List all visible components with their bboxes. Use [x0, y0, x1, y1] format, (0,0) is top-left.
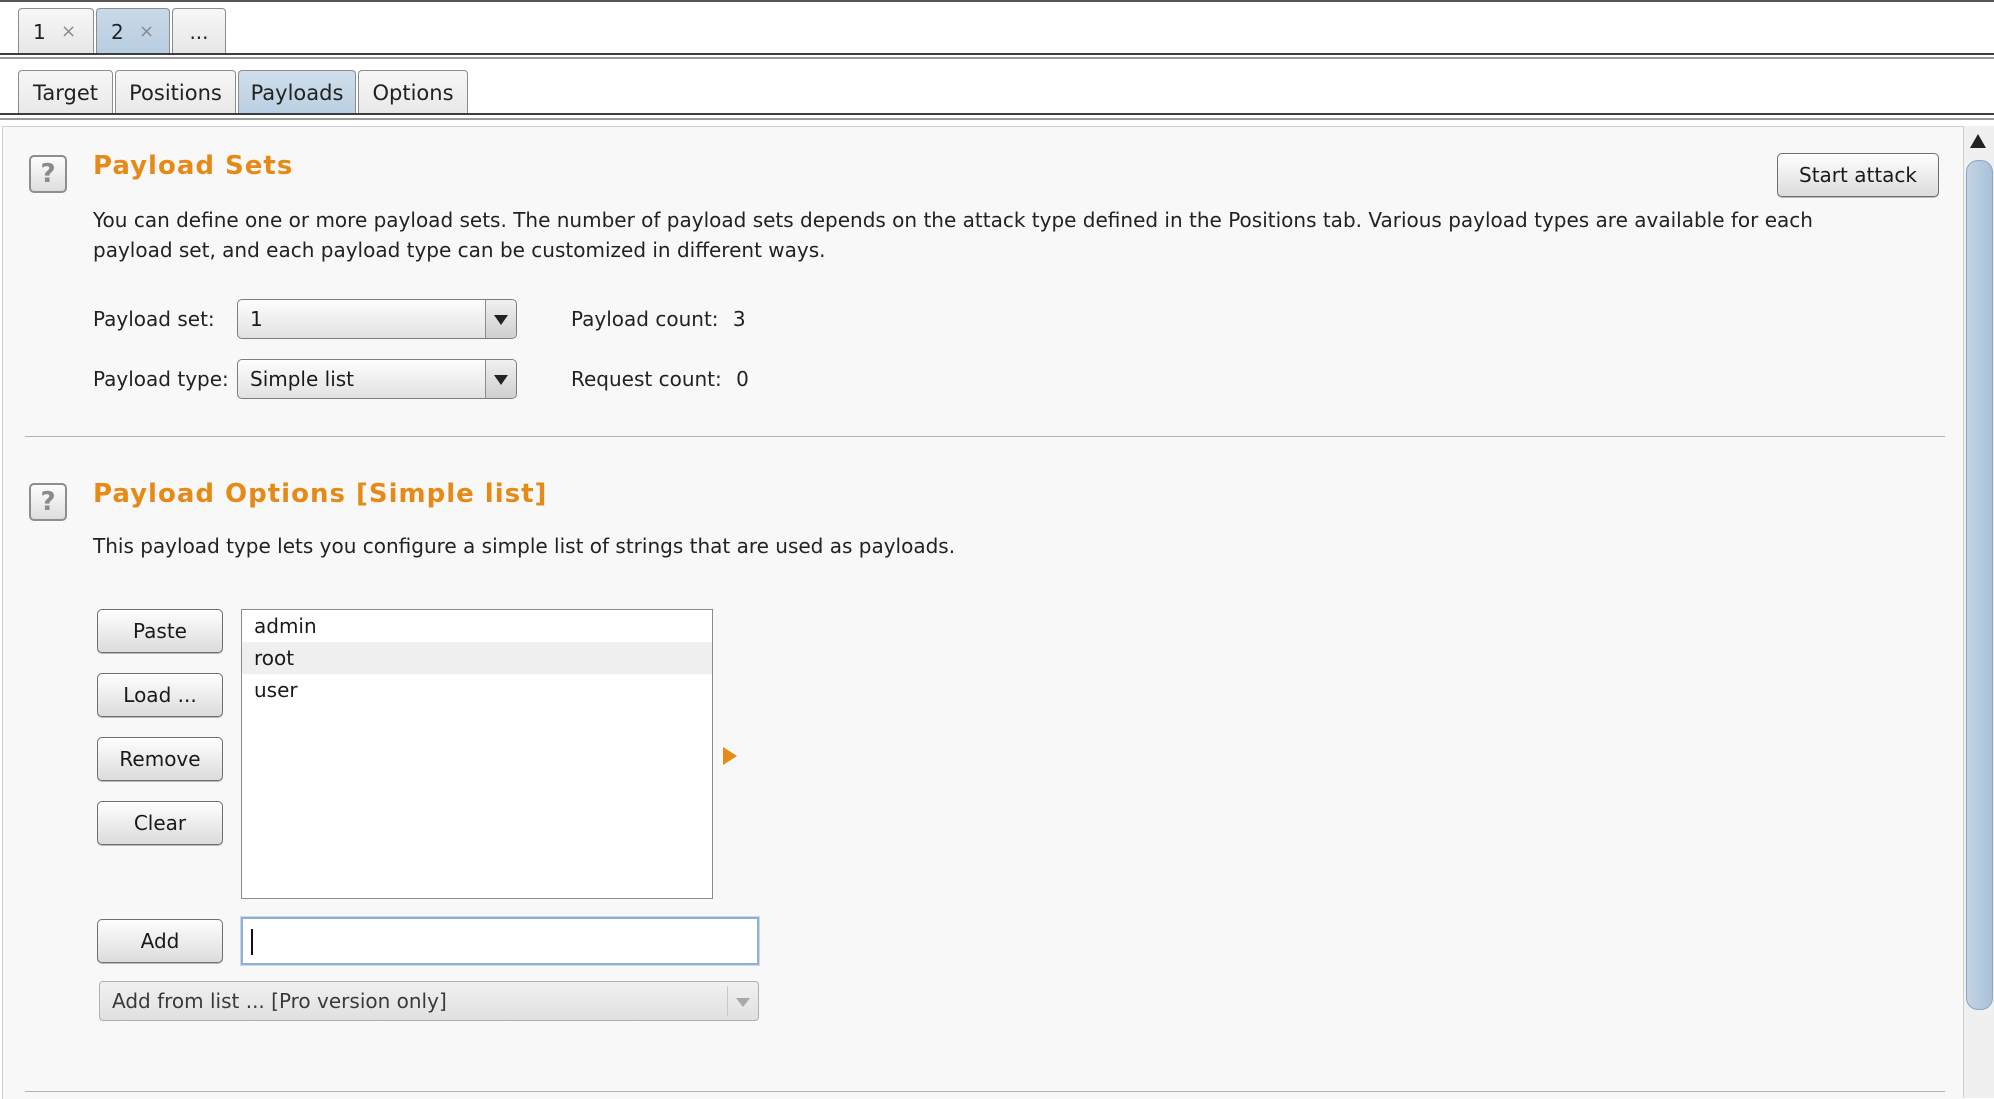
play-arrow-icon — [723, 747, 737, 765]
payload-set-label: Payload set: — [93, 307, 215, 331]
payload-type-select[interactable]: Simple list — [237, 359, 517, 399]
payload-count-value: 3 — [732, 307, 746, 331]
close-icon[interactable]: × — [139, 9, 154, 55]
payload-options-title: Payload Options [Simple list] — [93, 479, 548, 509]
payload-set-value: 1 — [250, 307, 263, 331]
tab-target[interactable]: Target — [18, 70, 113, 114]
section-divider — [25, 436, 1945, 437]
list-item[interactable]: root — [242, 642, 712, 674]
payload-type-label: Payload type: — [93, 367, 229, 391]
scroll-thumb[interactable] — [1966, 160, 1993, 1010]
help-icon[interactable]: ? — [29, 155, 67, 193]
chevron-down-icon[interactable] — [485, 300, 516, 338]
payload-count-label: Payload count: 3 — [571, 307, 746, 331]
tab-payloads[interactable]: Payloads — [238, 70, 356, 114]
load-button[interactable]: Load ... — [97, 673, 223, 717]
request-tab-1-label: 1 — [33, 20, 46, 44]
clear-button[interactable]: Clear — [97, 801, 223, 845]
payloads-panel: ? Payload Sets Start attack You can defi… — [2, 126, 1963, 1099]
start-attack-button[interactable]: Start attack — [1777, 153, 1939, 197]
subtab-separator — [0, 118, 1994, 120]
top-border — [0, 0, 1994, 2]
tab-options[interactable]: Options — [358, 70, 468, 114]
payload-list[interactable]: admin root user — [241, 609, 713, 899]
vertical-scrollbar[interactable] — [1963, 126, 1994, 1098]
close-icon[interactable]: × — [61, 9, 76, 55]
section-divider — [25, 1091, 1945, 1092]
request-tab-2[interactable]: 2 × — [96, 8, 170, 54]
payload-sets-description-line1: You can define one or more payload sets.… — [93, 208, 1813, 232]
add-from-list-label: Add from list ... [Pro version only] — [112, 989, 447, 1013]
payload-sets-description-line2: payload set, and each payload type can b… — [93, 238, 826, 262]
new-tab-label: ... — [189, 20, 209, 44]
chevron-down-icon[interactable] — [485, 360, 516, 398]
payload-type-value: Simple list — [250, 367, 355, 391]
add-from-list-select: Add from list ... [Pro version only] — [99, 981, 759, 1021]
scroll-up-icon[interactable] — [1970, 134, 1986, 148]
request-tab-1[interactable]: 1 × — [18, 8, 94, 54]
list-item[interactable]: user — [242, 674, 712, 706]
payload-count-text: Payload count: — [571, 307, 719, 331]
tab-separator — [0, 57, 1994, 59]
payload-options-description: This payload type lets you configure a s… — [93, 534, 956, 558]
request-count-label: Request count: 0 — [571, 367, 749, 391]
text-caret — [251, 929, 253, 955]
combo-separator — [727, 986, 728, 1016]
tab-separator — [0, 53, 1994, 55]
subtab-separator — [0, 113, 1994, 115]
payload-set-select[interactable]: 1 — [237, 299, 517, 339]
list-item[interactable]: admin — [242, 610, 712, 642]
tab-positions[interactable]: Positions — [115, 70, 236, 114]
chevron-down-icon — [736, 998, 750, 1007]
request-tab-bar: 1 × 2 × ... — [0, 0, 1994, 60]
request-tab-2-label: 2 — [111, 20, 124, 44]
request-count-value: 0 — [736, 367, 749, 391]
add-payload-input[interactable] — [241, 917, 759, 965]
remove-button[interactable]: Remove — [97, 737, 223, 781]
paste-button[interactable]: Paste — [97, 609, 223, 653]
help-icon[interactable]: ? — [29, 483, 67, 521]
payload-sets-title: Payload Sets — [93, 151, 294, 181]
new-tab-button[interactable]: ... — [172, 8, 226, 54]
add-button[interactable]: Add — [97, 919, 223, 963]
request-count-text: Request count: — [571, 367, 722, 391]
